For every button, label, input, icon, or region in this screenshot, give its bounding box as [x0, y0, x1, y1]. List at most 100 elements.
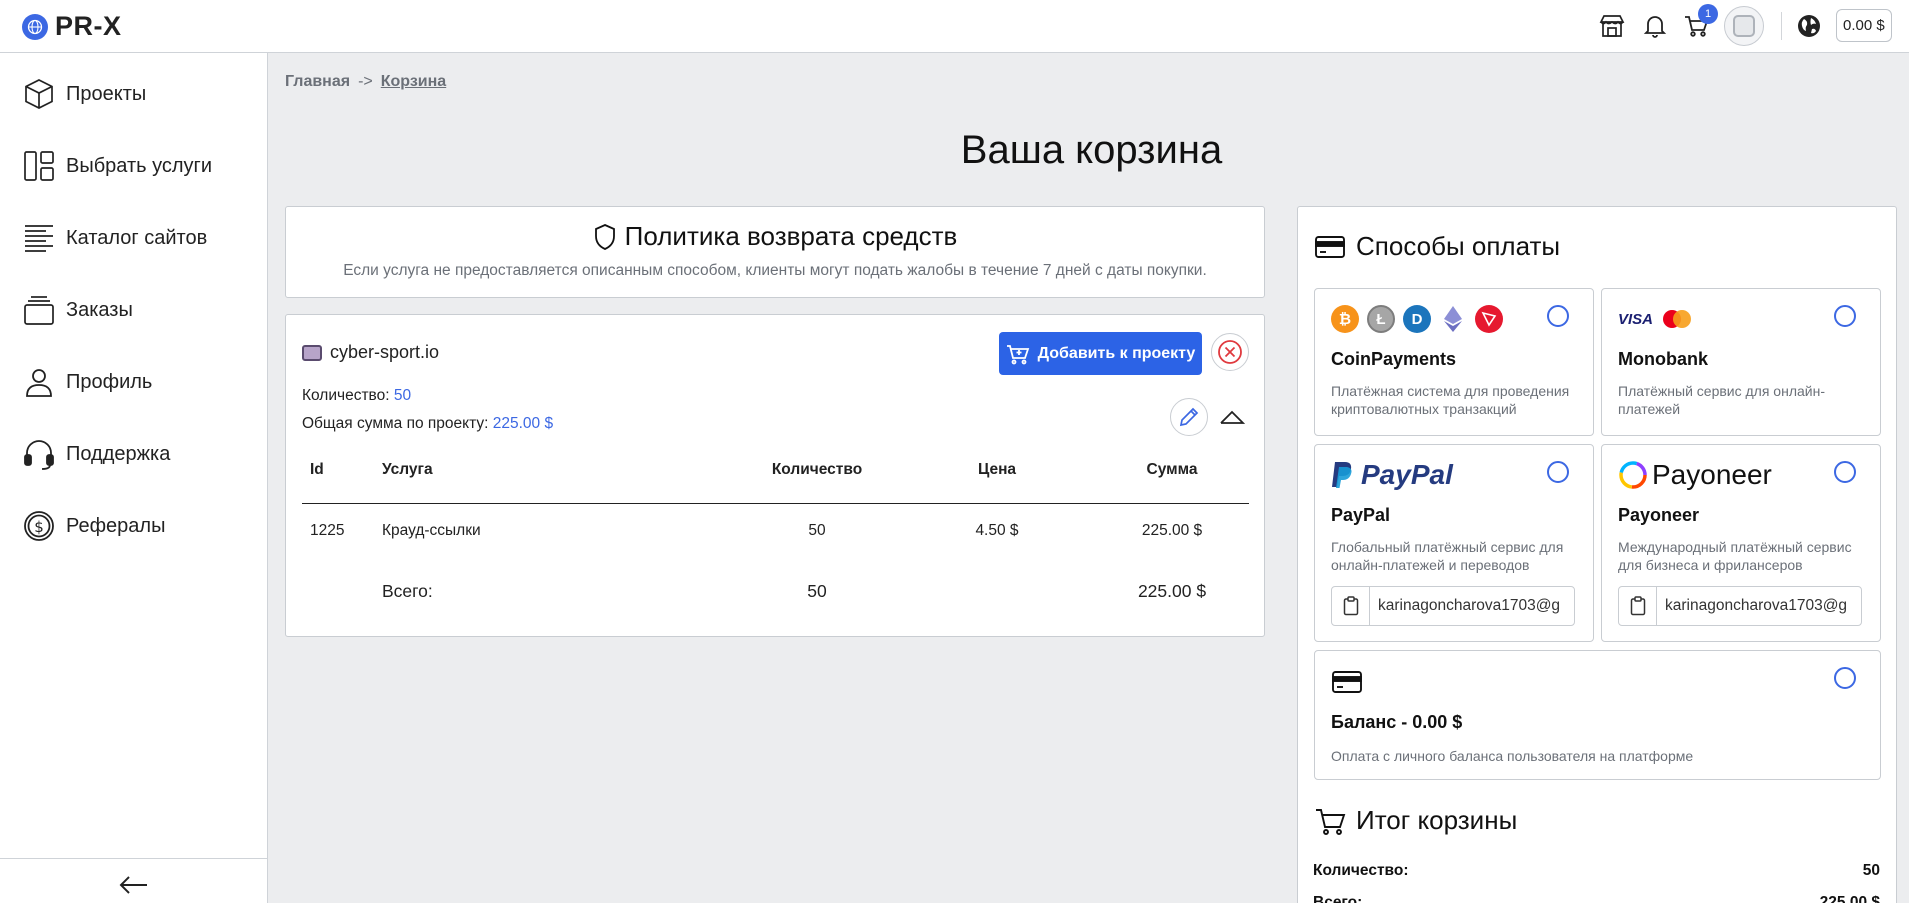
breadcrumb-home[interactable]: Главная: [285, 73, 350, 91]
radio-button[interactable]: [1834, 305, 1856, 327]
refund-policy-card: Политика возврата средств Если услуга не…: [285, 206, 1265, 298]
method-name: Monobank: [1618, 349, 1708, 369]
stack-icon: [24, 296, 54, 325]
sidebar-item-label: Заказы: [66, 298, 133, 321]
sidebar-item-label: Рефералы: [66, 514, 166, 537]
header-price: Цена: [977, 461, 1017, 478]
card-logos: VISA: [1618, 309, 1693, 329]
sidebar-item-services[interactable]: Выбрать услуги: [22, 146, 212, 186]
project-total: Общая сумма по проекту: 225.00 $: [302, 415, 553, 433]
remove-project-button[interactable]: [1211, 333, 1249, 371]
radio-button[interactable]: [1547, 461, 1569, 483]
payment-option-payoneer[interactable]: Payoneer Payoneer Международный платёжны…: [1601, 444, 1881, 642]
clipboard-icon[interactable]: [1332, 587, 1370, 625]
visa-logo: VISA: [1618, 310, 1654, 328]
collapse-sidebar-button[interactable]: [117, 868, 151, 902]
sidebar-item-projects[interactable]: Проекты: [22, 74, 146, 114]
paypal-email-field[interactable]: karinagoncharova1703@g: [1331, 586, 1575, 626]
quantity-label: Количество:: [302, 387, 390, 404]
add-to-project-button[interactable]: Добавить к проекту: [999, 332, 1202, 375]
list-icon: [25, 225, 53, 252]
project-quantity: Количество: 50: [302, 387, 411, 405]
headset-icon: [24, 440, 54, 470]
breadcrumb-separator: ->: [358, 73, 373, 90]
tron-icon: [1475, 305, 1503, 333]
project-header: cyber-sport.io: [302, 342, 439, 363]
payoneer-wordmark: Payoneer: [1652, 459, 1772, 490]
header-qty: Количество: [771, 461, 863, 478]
sidebar-item-support[interactable]: Поддержка: [22, 434, 170, 474]
cell-service: Крауд-ссылки: [382, 522, 481, 539]
sidebar: Проекты Выбрать услуги Каталог сайтов За…: [0, 53, 268, 903]
crypto-logos: ₿ Ł D: [1331, 305, 1503, 333]
shield-icon: [594, 223, 615, 250]
breadcrumb: Главная -> Корзина: [285, 73, 446, 91]
summary-title-row: Итог корзины: [1314, 805, 1517, 836]
payment-option-coinpayments[interactable]: ₿ Ł D CoinPayments Платёжная система для…: [1314, 288, 1594, 436]
cell-sum: 225.00 $: [1141, 522, 1203, 539]
radio-button[interactable]: [1547, 305, 1569, 327]
payment-option-paypal[interactable]: PayPal PayPal Глобальный платёжный серви…: [1314, 444, 1594, 642]
ethereum-icon: [1439, 305, 1467, 333]
sidebar-item-referrals[interactable]: $ Рефералы: [22, 506, 165, 546]
top-bar: PR-X 1 0.00 $: [0, 0, 1909, 53]
method-desc: Международный платёжный сервис для бизне…: [1618, 539, 1852, 573]
avatar[interactable]: [1724, 6, 1764, 46]
total-value: 225.00 $: [492, 415, 554, 432]
method-desc: Оплата с личного баланса пользователя на…: [1331, 748, 1694, 764]
project-domain: cyber-sport.io: [330, 342, 440, 362]
table-row: 1225 Крауд-ссылки 50 4.50 $ 225.00 $: [302, 511, 1249, 551]
summary-total-label: Всего:: [1313, 894, 1363, 903]
svg-text:$: $: [34, 518, 44, 536]
cell-id: 1225: [310, 522, 345, 539]
header-id: Id: [310, 461, 324, 478]
bell-icon[interactable]: [1639, 10, 1671, 42]
divider: [0, 858, 268, 859]
payment-option-monobank[interactable]: VISA Monobank Платёжный сервис для онлай…: [1601, 288, 1881, 436]
payoneer-email-field[interactable]: karinagoncharova1703@g: [1618, 586, 1862, 626]
summary-title: Итог корзины: [1356, 805, 1518, 835]
cart-icon[interactable]: 1: [1680, 4, 1718, 42]
sidebar-item-label: Поддержка: [66, 442, 171, 465]
balance-button[interactable]: 0.00 $: [1836, 9, 1892, 42]
close-circle-icon: [1218, 340, 1242, 364]
payment-option-balance[interactable]: Баланс - 0.00 $ Оплата с личного баланса…: [1314, 650, 1881, 780]
site-favicon-icon: [302, 344, 322, 361]
paypal-icon: [1332, 462, 1352, 488]
layout-icon: [24, 151, 54, 181]
mastercard-icon: [1663, 310, 1692, 328]
sidebar-item-catalog[interactable]: Каталог сайтов: [22, 218, 207, 258]
radio-button[interactable]: [1834, 667, 1856, 689]
payoneer-email-value: karinagoncharova1703@g: [1665, 597, 1848, 614]
dash-icon: D: [1403, 305, 1431, 333]
edit-button[interactable]: [1170, 398, 1208, 436]
logo[interactable]: PR-X: [22, 11, 122, 42]
summary-total-row: Всего: 225.00 $: [1313, 894, 1880, 903]
summary-quantity-row: Количество: 50: [1313, 862, 1880, 880]
language-globe-icon[interactable]: [1793, 10, 1825, 42]
credit-card-icon: [1315, 235, 1345, 258]
store-icon[interactable]: [1596, 10, 1628, 42]
clipboard-icon[interactable]: [1619, 587, 1657, 625]
chevron-up-icon: [1220, 410, 1245, 424]
sidebar-item-label: Профиль: [66, 370, 153, 393]
sidebar-item-orders[interactable]: Заказы: [22, 290, 133, 330]
policy-title-row: Политика возврата средств: [286, 221, 1264, 252]
paypal-wordmark: PayPal: [1361, 459, 1453, 490]
litecoin-icon: Ł: [1367, 305, 1395, 333]
arrow-left-icon: [119, 876, 147, 894]
payoneer-ring-icon: [1619, 461, 1647, 489]
cart-count-badge: 1: [1698, 4, 1718, 24]
method-name: Payoneer: [1618, 505, 1700, 525]
balance-card-logo: [1331, 669, 1363, 695]
method-name: PayPal: [1331, 505, 1391, 525]
collapse-toggle[interactable]: [1219, 404, 1245, 430]
cart-icon: [1316, 808, 1346, 835]
breadcrumb-current[interactable]: Корзина: [381, 73, 446, 91]
table-header: Id Услуга Количество Цена Сумма: [302, 450, 1249, 490]
brand-name: PR-X: [55, 11, 122, 41]
paypal-logo: PayPal: [1331, 459, 1453, 491]
radio-button[interactable]: [1834, 461, 1856, 483]
sidebar-item-profile[interactable]: Профиль: [22, 362, 152, 402]
user-icon: [26, 369, 52, 397]
